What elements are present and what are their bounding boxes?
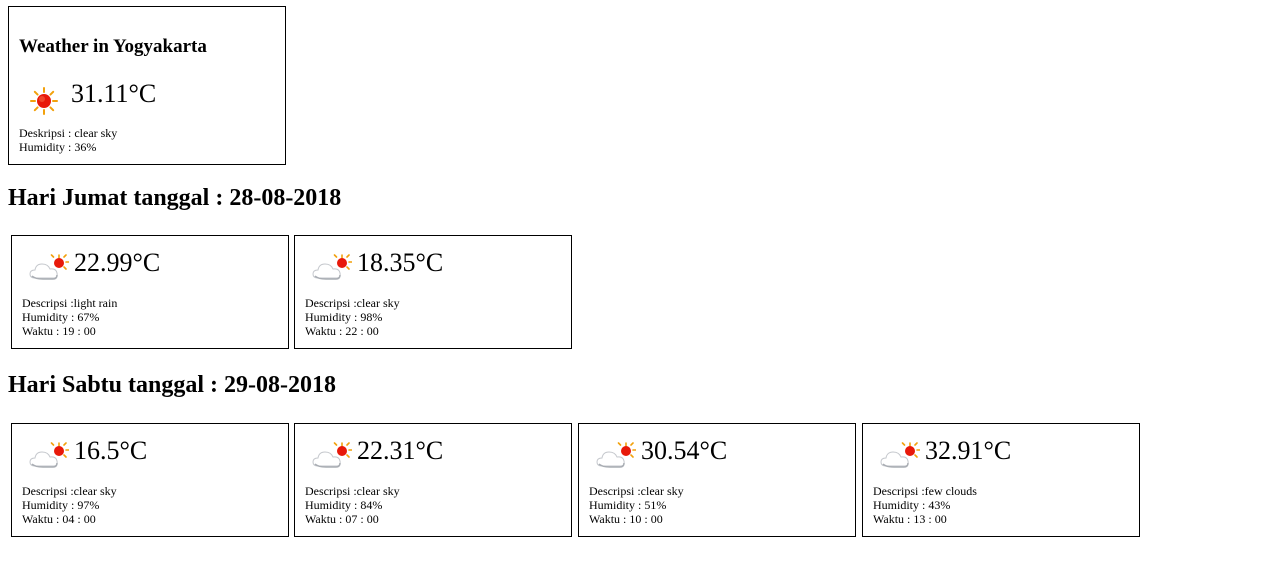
forecast-time: Waktu : 07 : 00 bbox=[305, 512, 379, 526]
partly-cloudy-icon bbox=[312, 442, 352, 468]
partly-cloudy-icon bbox=[596, 442, 636, 468]
forecast-temperature: 22.99°C bbox=[74, 248, 161, 277]
forecast-humidity: Humidity : 97% bbox=[22, 498, 100, 512]
forecast-time: Waktu : 04 : 00 bbox=[22, 512, 96, 526]
forecast-details: Descripsi :clear sky Humidity : 97% Wakt… bbox=[22, 484, 117, 526]
day-heading-friday: Hari Jumat tanggal : 28-08-2018 bbox=[8, 185, 342, 211]
forecast-temperature: 16.5°C bbox=[74, 436, 148, 465]
forecast-card: 16.5°C Descripsi :clear sky Humidity : 9… bbox=[11, 423, 289, 537]
forecast-time: Waktu : 19 : 00 bbox=[22, 324, 96, 338]
forecast-description: Descripsi :clear sky bbox=[305, 484, 400, 498]
forecast-description: Descripsi :clear sky bbox=[589, 484, 684, 498]
partly-cloudy-icon bbox=[29, 254, 69, 280]
current-description: Deskripsi : clear sky bbox=[19, 126, 118, 140]
forecast-details: Descripsi :clear sky Humidity : 84% Wakt… bbox=[305, 484, 400, 526]
forecast-temperature: 18.35°C bbox=[357, 248, 444, 277]
forecast-humidity: Humidity : 67% bbox=[22, 310, 100, 324]
forecast-description: Descripsi :light rain bbox=[22, 296, 118, 310]
forecast-temperature: 32.91°C bbox=[925, 436, 1012, 465]
forecast-card: 22.31°C Descripsi :clear sky Humidity : … bbox=[294, 423, 572, 537]
forecast-temperature: 30.54°C bbox=[641, 436, 728, 465]
current-temperature: 31.11°C bbox=[71, 79, 157, 108]
forecast-card: 22.99°C Descripsi :light rain Humidity :… bbox=[11, 235, 289, 349]
current-humidity: Humidity : 36% bbox=[19, 140, 97, 154]
forecast-card: 32.91°C Descripsi :few clouds Humidity :… bbox=[862, 423, 1140, 537]
current-weather-title: Weather in Yogyakarta bbox=[19, 36, 207, 57]
forecast-time: Waktu : 13 : 00 bbox=[873, 512, 947, 526]
current-details: Deskripsi : clear sky Humidity : 36% bbox=[19, 126, 117, 154]
forecast-humidity: Humidity : 51% bbox=[589, 498, 667, 512]
weather-page: Weather in Yogyakarta 31.11°C Deskripsi … bbox=[0, 0, 1279, 564]
forecast-description: Descripsi :few clouds bbox=[873, 484, 977, 498]
forecast-humidity: Humidity : 84% bbox=[305, 498, 383, 512]
forecast-humidity: Humidity : 98% bbox=[305, 310, 383, 324]
partly-cloudy-icon bbox=[29, 442, 69, 468]
forecast-card: 30.54°C Descripsi :clear sky Humidity : … bbox=[578, 423, 856, 537]
forecast-description: Descripsi :clear sky bbox=[305, 296, 400, 310]
forecast-time: Waktu : 10 : 00 bbox=[589, 512, 663, 526]
partly-cloudy-icon bbox=[880, 442, 920, 468]
sun-icon bbox=[30, 87, 58, 115]
forecast-description: Descripsi :clear sky bbox=[22, 484, 117, 498]
current-weather-card: Weather in Yogyakarta 31.11°C Deskripsi … bbox=[8, 6, 286, 165]
forecast-temperature: 22.31°C bbox=[357, 436, 444, 465]
partly-cloudy-icon bbox=[312, 254, 352, 280]
forecast-details: Descripsi :few clouds Humidity : 43% Wak… bbox=[873, 484, 977, 526]
forecast-details: Descripsi :light rain Humidity : 67% Wak… bbox=[22, 296, 117, 338]
forecast-time: Waktu : 22 : 00 bbox=[305, 324, 379, 338]
forecast-humidity: Humidity : 43% bbox=[873, 498, 951, 512]
forecast-details: Descripsi :clear sky Humidity : 98% Wakt… bbox=[305, 296, 400, 338]
forecast-details: Descripsi :clear sky Humidity : 51% Wakt… bbox=[589, 484, 684, 526]
day-heading-saturday: Hari Sabtu tanggal : 29-08-2018 bbox=[8, 372, 337, 398]
forecast-card: 18.35°C Descripsi :clear sky Humidity : … bbox=[294, 235, 572, 349]
